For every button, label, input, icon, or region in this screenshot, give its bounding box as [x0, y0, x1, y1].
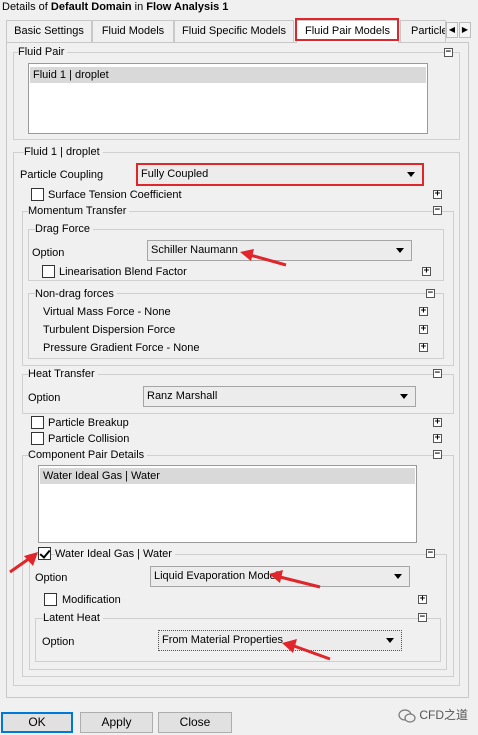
- tab-particle[interactable]: Particle: [400, 20, 446, 42]
- particle-coupling-value: Fully Coupled: [141, 168, 209, 180]
- heat-option-select[interactable]: Ranz Marshall: [143, 386, 416, 407]
- collapse-icon[interactable]: −: [433, 369, 442, 378]
- annotation-arrow-icon: [9, 552, 38, 574]
- drag-force-title: Drag Force: [35, 222, 94, 236]
- linearisation-label: Linearisation Blend Factor: [59, 266, 187, 278]
- list-item[interactable]: Fluid 1 | droplet: [30, 67, 426, 83]
- dropdown-arrow-icon: [386, 638, 394, 643]
- close-button[interactable]: Close: [158, 712, 232, 733]
- dropdown-arrow-icon: [400, 394, 408, 399]
- tab-fluid-models[interactable]: Fluid Models: [92, 20, 174, 42]
- component-pair-title: Component Pair Details: [28, 448, 148, 462]
- particle-breakup-label: Particle Breakup: [48, 417, 129, 429]
- tab-scroll-right-icon[interactable]: ▶: [459, 22, 471, 38]
- linearisation-checkbox[interactable]: [42, 265, 55, 278]
- ok-button[interactable]: OK: [1, 712, 73, 733]
- annotation-arrow-icon: [282, 639, 331, 661]
- annotation-arrow-icon: [240, 249, 287, 267]
- fluid-pair-detail-title: Fluid 1 | droplet: [24, 145, 103, 159]
- component-option-value: Liquid Evaporation Model: [154, 570, 279, 582]
- wechat-icon: [398, 709, 416, 723]
- collapse-icon[interactable]: −: [426, 289, 435, 298]
- component-pair-list[interactable]: Water Ideal Gas | Water: [38, 465, 417, 543]
- collapse-icon[interactable]: −: [426, 549, 435, 558]
- expand-icon[interactable]: +: [433, 418, 442, 427]
- modification-checkbox[interactable]: [44, 593, 57, 606]
- turbulent-dispersion-label: Turbulent Dispersion Force: [43, 324, 176, 336]
- surface-tension-label: Surface Tension Coefficient: [48, 189, 182, 201]
- expand-icon[interactable]: +: [422, 267, 431, 276]
- fluid-pair-title: Fluid Pair: [18, 45, 68, 59]
- dropdown-arrow-icon: [394, 574, 402, 579]
- particle-collision-label: Particle Collision: [48, 433, 130, 445]
- particle-breakup-checkbox[interactable]: [31, 416, 44, 429]
- particle-coupling-label: Particle Coupling: [20, 169, 104, 181]
- pressure-gradient-label: Pressure Gradient Force - None: [43, 342, 200, 354]
- heat-transfer-title: Heat Transfer: [28, 367, 98, 381]
- latent-option-value: From Material Properties: [162, 634, 284, 646]
- expand-icon[interactable]: +: [418, 595, 427, 604]
- watermark: CFD之道: [398, 706, 468, 723]
- particle-coupling-select[interactable]: Fully Coupled: [136, 163, 424, 186]
- window-title: Details of Default Domain in Flow Analys…: [2, 1, 229, 13]
- nondrag-title: Non-drag forces: [35, 287, 117, 301]
- drag-option-value: Schiller Naumann: [151, 244, 238, 256]
- collapse-icon[interactable]: −: [418, 613, 427, 622]
- virtual-mass-label: Virtual Mass Force - None: [43, 306, 171, 318]
- annotation-arrow-icon: [269, 570, 321, 589]
- surface-tension-checkbox[interactable]: [31, 188, 44, 201]
- particle-collision-checkbox[interactable]: [31, 432, 44, 445]
- tab-basic-settings[interactable]: Basic Settings: [6, 20, 92, 42]
- latent-heat-title: Latent Heat: [43, 611, 103, 625]
- heat-option-label: Option: [28, 392, 61, 404]
- fluid-pair-list[interactable]: Fluid 1 | droplet: [28, 63, 428, 134]
- dropdown-arrow-icon: [407, 172, 415, 177]
- watermark-text: CFD之道: [419, 708, 468, 722]
- heat-option-value: Ranz Marshall: [147, 390, 218, 402]
- collapse-icon[interactable]: −: [433, 450, 442, 459]
- expand-icon[interactable]: +: [433, 434, 442, 443]
- apply-button[interactable]: Apply: [80, 712, 153, 733]
- tab-scroll-left-icon[interactable]: ◀: [446, 22, 458, 38]
- expand-icon[interactable]: +: [419, 325, 428, 334]
- dropdown-arrow-icon: [396, 248, 404, 253]
- component-pair-checked-label: Water Ideal Gas | Water: [55, 547, 175, 561]
- momentum-transfer-title: Momentum Transfer: [28, 204, 130, 218]
- collapse-icon[interactable]: −: [444, 48, 453, 57]
- latent-option-label: Option: [42, 636, 75, 648]
- expand-icon[interactable]: +: [433, 190, 442, 199]
- tab-highlight-box: [295, 18, 399, 41]
- tab-fluid-specific-models[interactable]: Fluid Specific Models: [174, 20, 294, 42]
- modification-label: Modification: [62, 594, 121, 606]
- list-item[interactable]: Water Ideal Gas | Water: [40, 468, 415, 484]
- drag-option-label: Option: [32, 247, 65, 259]
- expand-icon[interactable]: +: [419, 307, 428, 316]
- expand-icon[interactable]: +: [419, 343, 428, 352]
- collapse-icon[interactable]: −: [433, 206, 442, 215]
